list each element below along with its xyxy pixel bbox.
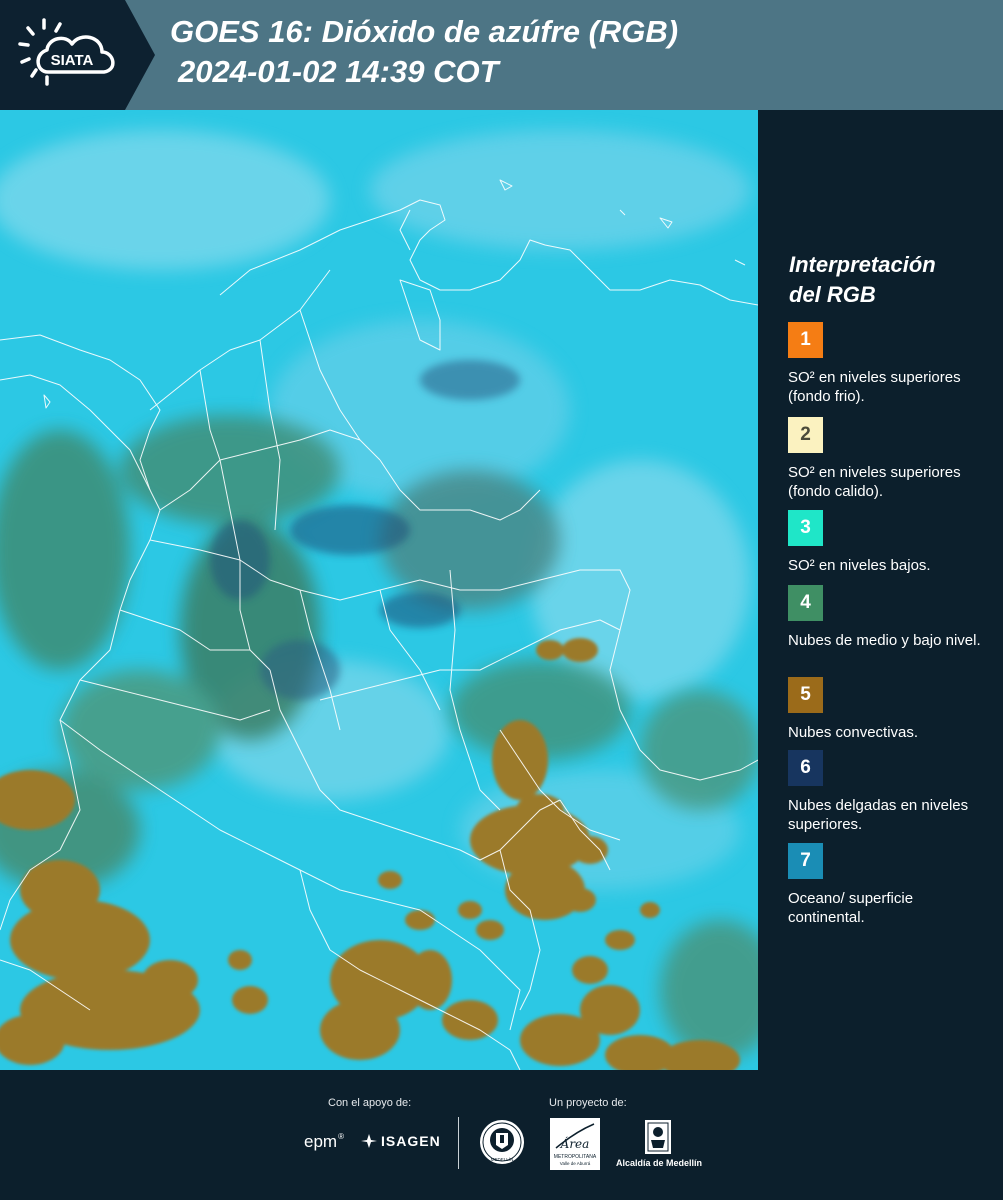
satellite-map[interactable]	[0, 110, 758, 1070]
legend-item-2: 2 SO² en niveles superiores (fondo calid…	[788, 417, 993, 501]
legend-swatch-2: 2	[788, 417, 823, 453]
legend-swatch-7: 7	[788, 843, 823, 879]
datetime-label: 2024-01-02 14:39 COT	[178, 54, 499, 89]
rgb-satellite-image	[0, 110, 758, 1070]
legend-label-1: SO² en niveles superiores (fondo frio).	[788, 369, 961, 405]
legend-swatch-4: 4	[788, 585, 823, 621]
legend-item-3: 3 SO² en niveles bajos.	[788, 510, 993, 575]
project-label: Un proyecto de:	[549, 1097, 627, 1109]
alcaldia-medellin-logo[interactable]: Alcaldía de Medellín	[613, 1118, 705, 1172]
legend-label-6: Nubes delgadas en niveles superiores.	[788, 797, 969, 833]
page-title: GOES 16: Dióxido de azúfre (RGB)	[170, 14, 679, 49]
siata-logo[interactable]: SIATA	[0, 0, 155, 110]
legend-swatch-6: 6	[788, 750, 823, 786]
legend-item-1: 1 SO² en niveles superiores (fondo frio)…	[788, 322, 993, 406]
legend-item-7: 7 Oceano/ superficie continental.	[788, 843, 993, 927]
svg-text:Valle de Aburrá: Valle de Aburrá	[560, 1161, 591, 1166]
legend-label-5: Nubes convectivas.	[788, 724, 919, 741]
legend-label-4: Nubes de medio y bajo nivel.	[788, 632, 981, 649]
legend-item-6: 6 Nubes delgadas en niveles superiores.	[788, 750, 993, 834]
coat-of-arms-icon	[645, 1120, 671, 1154]
legend-swatch-3: 3	[788, 510, 823, 546]
header-bar: SIATA GOES 16: Dióxido de azúfre (RGB) 2…	[0, 0, 1003, 110]
legend-item-4: 4 Nubes de medio y bajo nivel.	[788, 585, 993, 650]
logo-text: SIATA	[51, 52, 94, 69]
medellin-seal-logo[interactable]: MEDELLÍN	[478, 1117, 526, 1167]
footer: Con el apoyo de: Un proyecto de: epm ® I…	[0, 1070, 1003, 1200]
alcaldia-label: Alcaldía de Medellín	[615, 1158, 703, 1168]
sun-cloud-icon: SIATA	[18, 18, 115, 86]
support-label: Con el apoyo de:	[328, 1097, 412, 1109]
epm-logo[interactable]: epm ®	[304, 1132, 344, 1152]
legend-item-5: 5 Nubes convectivas.	[788, 677, 993, 742]
area-metropolitana-logo[interactable]: Área METROPOLITANA Valle de Aburrá	[550, 1118, 600, 1170]
legend-label-2: SO² en niveles superiores (fondo calido)…	[788, 464, 961, 500]
legend-swatch-1: 1	[788, 322, 823, 358]
legend-label-3: SO² en niveles bajos.	[788, 557, 931, 574]
legend-panel: Interpretación del RGB 1 SO² en niveles …	[776, 110, 1001, 1070]
legend-label-7: Oceano/ superficie continental.	[788, 890, 914, 926]
svg-text:MEDELLÍN: MEDELLÍN	[491, 1156, 514, 1162]
area-icon: Área METROPOLITANA Valle de Aburrá	[554, 1123, 597, 1166]
svg-text:METROPOLITANA: METROPOLITANA	[554, 1154, 597, 1160]
legend-title: Interpretación del RGB	[789, 252, 936, 307]
isagen-icon	[361, 1134, 377, 1148]
isagen-logo[interactable]: ISAGEN	[360, 1133, 441, 1149]
seal-icon: MEDELLÍN	[480, 1120, 524, 1164]
legend-swatch-5: 5	[788, 677, 823, 713]
svg-text:Área: Área	[560, 1136, 590, 1151]
footer-divider	[458, 1117, 459, 1169]
